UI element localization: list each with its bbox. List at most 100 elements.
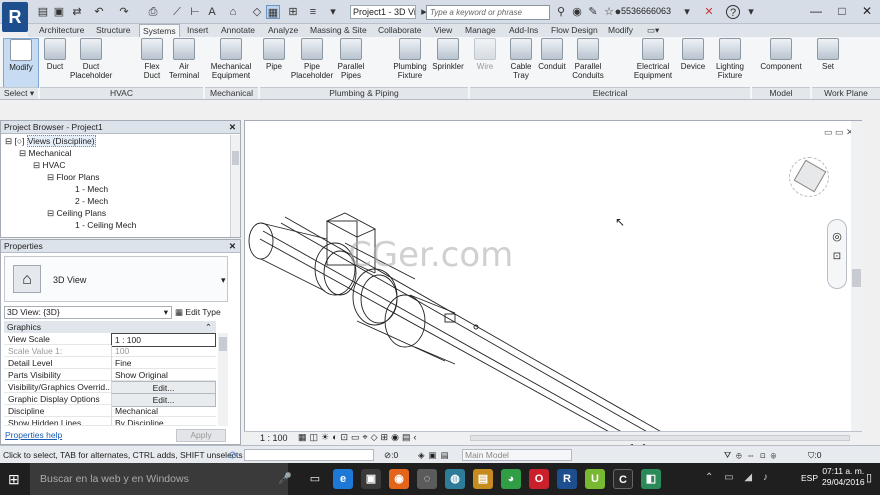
tab-structure[interactable]: Structure xyxy=(93,24,134,37)
tray-icons[interactable]: ⌃ ▭ ◢ ♪ xyxy=(705,472,772,483)
undo-icon[interactable]: ↶ xyxy=(92,5,106,19)
tab-analyze[interactable]: Analyze xyxy=(265,24,301,37)
scale-control[interactable]: 1 : 100 xyxy=(260,433,288,443)
print-icon[interactable]: ⎙ xyxy=(146,5,160,19)
scrollbar[interactable] xyxy=(230,135,240,237)
sync-icon[interactable]: ⇄ xyxy=(70,5,84,19)
view-control-icons[interactable]: ▦◫☀◐⊡▭⌖◇⊞◉▤‹ xyxy=(298,432,419,443)
wire-button[interactable]: Wire xyxy=(474,38,496,71)
panel-select[interactable]: Select ▾ xyxy=(0,87,38,99)
parts-visibility-field[interactable]: Show Original xyxy=(111,369,216,381)
exchange-apps-icon[interactable]: ✕ xyxy=(702,5,716,19)
measure-icon[interactable]: ⟋ xyxy=(170,5,184,19)
ribbon-minimize-icon[interactable]: ▭▾ xyxy=(644,24,662,37)
dimension-icon[interactable]: ⊢ xyxy=(188,5,202,19)
app-icon[interactable]: ◌ xyxy=(417,469,437,489)
detail-level-field[interactable]: Fine xyxy=(111,357,216,369)
zoom-icon[interactable]: ⊡ xyxy=(828,251,846,262)
search-input[interactable]: Type a keyword or phrase xyxy=(426,5,550,20)
tree-item-2-mech[interactable]: 2 - Mech xyxy=(5,195,240,207)
air-terminal-button[interactable]: Air Terminal xyxy=(167,38,201,80)
binoculars-icon[interactable]: ⚲ xyxy=(554,5,568,19)
tab-collaborate[interactable]: Collaborate xyxy=(375,24,424,37)
tab-insert[interactable]: Insert xyxy=(184,24,211,37)
close-icon[interactable]: ✕ xyxy=(855,3,879,19)
text-icon[interactable]: A xyxy=(205,5,219,19)
3d-view-icon[interactable]: ⌂ xyxy=(226,5,240,19)
type-selector[interactable]: ⌂ 3D View ▾ xyxy=(4,256,228,302)
view-controls[interactable]: ▭ ▭ ✕ xyxy=(824,127,854,138)
cable-tray-button[interactable]: Cable Tray xyxy=(506,38,536,80)
save-icon[interactable]: ▣ xyxy=(52,5,66,19)
duct-button[interactable]: Duct xyxy=(42,38,68,71)
taskbar-clock[interactable]: 07:11 a. m. 29/04/2016 xyxy=(822,466,865,488)
selection-filter-icons[interactable]: ⛛⊕⇔⊡⊛ xyxy=(724,446,781,464)
close-icon[interactable]: ✕ xyxy=(229,121,236,134)
parallel-conduits-button[interactable]: Parallel Conduits xyxy=(570,38,606,80)
upwork-icon[interactable]: U xyxy=(585,469,605,489)
lighting-fixture-button[interactable]: Lighting Fixture xyxy=(712,38,748,80)
design-option-icons[interactable]: ◈▣▤ xyxy=(418,446,453,464)
windows-start-icon[interactable]: ⊞ xyxy=(8,471,20,488)
pipe-button[interactable]: Pipe xyxy=(263,38,285,71)
store-icon[interactable]: ▣ xyxy=(361,469,381,489)
microphone-icon[interactable]: 🎤 xyxy=(275,469,295,489)
edge-icon[interactable]: e xyxy=(333,469,353,489)
design-option-select[interactable]: Main Model xyxy=(462,449,572,461)
duct-placeholder-button[interactable]: Duct Placeholder xyxy=(70,38,112,80)
3d-viewport[interactable]: CGer.com ↖ ▭ ▭ ✕ ◎ ⊡ xyxy=(244,120,862,445)
horizontal-scrollbar[interactable] xyxy=(470,435,850,441)
help-icon[interactable]: ? xyxy=(726,5,740,19)
open-icon[interactable]: ▤ xyxy=(36,5,50,19)
task-view-icon[interactable]: ▭ xyxy=(305,469,325,489)
tree-item-mechanical[interactable]: ⊟ Mechanical xyxy=(5,147,240,159)
plumbing-fixture-button[interactable]: Plumbing Fixture xyxy=(390,38,430,80)
close-hidden-icon[interactable]: ⊞ xyxy=(286,5,300,19)
device-button[interactable]: Device xyxy=(680,38,706,71)
edit-type-button[interactable]: ▦ Edit Type xyxy=(175,306,227,319)
user-dropdown-icon[interactable]: ▾ xyxy=(680,5,694,19)
hidden-lines-field[interactable]: By Discipline xyxy=(111,417,216,425)
tree-item-1-ceiling-mech[interactable]: 1 - Ceiling Mech xyxy=(5,219,240,231)
notifications-icon[interactable]: ▯ xyxy=(866,471,872,484)
tab-systems[interactable]: Systems xyxy=(139,24,180,37)
set-button[interactable]: Set xyxy=(815,38,841,71)
tab-annotate[interactable]: Annotate xyxy=(218,24,258,37)
tree-item-hvac[interactable]: ⊟ HVAC xyxy=(5,159,240,171)
tab-flow-design[interactable]: Flow Design xyxy=(548,24,601,37)
steering-wheel-icon[interactable]: ◎ xyxy=(828,230,846,243)
revit-icon[interactable]: R xyxy=(557,469,577,489)
tab-view[interactable]: View xyxy=(431,24,455,37)
section-icon[interactable]: ◇ xyxy=(250,5,264,19)
thin-lines-icon[interactable]: ≡ xyxy=(306,5,320,19)
switch-windows-icon[interactable]: ▦ xyxy=(266,5,280,19)
tree-item-views[interactable]: ⊟ [○] Views (Discipline) xyxy=(5,135,240,147)
flex-duct-button[interactable]: Flex Duct xyxy=(138,38,166,80)
tree-item-ceiling-plans[interactable]: ⊟ Ceiling Plans xyxy=(5,207,240,219)
qat-dropdown-icon[interactable]: ▾ xyxy=(326,5,340,19)
folder-icon[interactable]: ▤ xyxy=(473,469,493,489)
recorder-icon[interactable]: ◧ xyxy=(641,469,661,489)
vertical-scrollbar[interactable] xyxy=(851,121,862,431)
app-menu-button[interactable]: R xyxy=(2,2,28,32)
tab-massing-site[interactable]: Massing & Site xyxy=(307,24,370,37)
workset-select[interactable] xyxy=(244,449,374,461)
scrollbar[interactable] xyxy=(218,333,228,426)
component-button[interactable]: Component xyxy=(756,38,806,71)
user-account[interactable]: 5536666063 xyxy=(621,6,671,16)
maximize-icon[interactable]: □ xyxy=(830,3,854,19)
firefox-icon[interactable]: ◉ xyxy=(389,469,409,489)
close-icon[interactable]: ✕ xyxy=(229,240,236,253)
filter-count[interactable]: ⛉:0 xyxy=(808,446,821,464)
chrome-icon[interactable]: ◕ xyxy=(501,469,521,489)
apply-button[interactable]: Apply xyxy=(176,429,226,442)
tab-modify[interactable]: Modify xyxy=(605,24,636,37)
tree-item-floor-plans[interactable]: ⊟ Floor Plans xyxy=(5,171,240,183)
navigation-bar[interactable]: ◎ ⊡ xyxy=(827,219,847,289)
communication-icon[interactable]: ✎ xyxy=(586,5,600,19)
sprinkler-button[interactable]: Sprinkler xyxy=(430,38,466,71)
subscription-icon[interactable]: ◉ xyxy=(570,5,584,19)
language-indicator[interactable]: ESP xyxy=(801,473,818,483)
graphics-section-header[interactable]: Graphics ⌃ xyxy=(4,321,216,333)
modify-button[interactable]: Modify xyxy=(3,38,39,88)
